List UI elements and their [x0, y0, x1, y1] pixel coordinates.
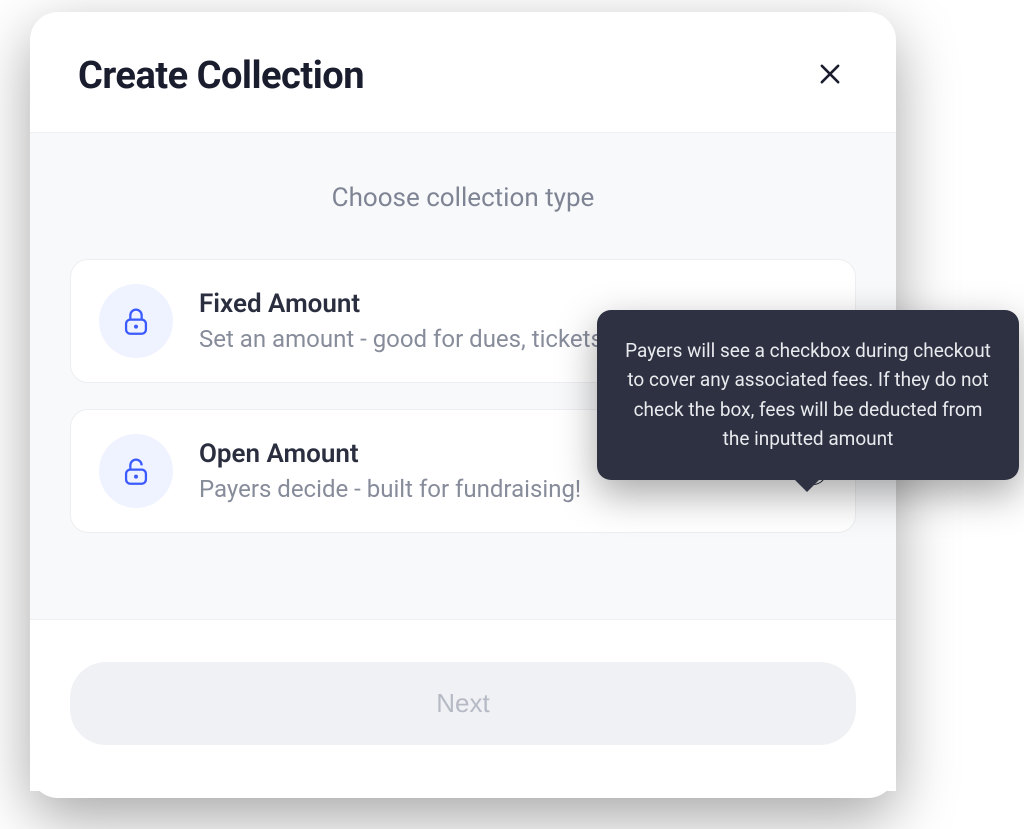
lock-open-icon-bg: [99, 434, 173, 508]
modal-title: Create Collection: [78, 54, 364, 98]
tooltip-text: Payers will see a checkbox during checko…: [625, 339, 991, 450]
modal-footer: Next: [30, 619, 896, 791]
section-title: Choose collection type: [70, 183, 856, 213]
lock-closed-icon: [119, 304, 153, 338]
close-button[interactable]: [812, 56, 848, 96]
fees-tooltip: Payers will see a checkbox during checko…: [597, 310, 1019, 480]
lock-open-icon: [119, 454, 153, 488]
modal-header: Create Collection: [30, 12, 896, 133]
next-button[interactable]: Next: [70, 662, 856, 745]
lock-closed-icon-bg: [99, 284, 173, 358]
close-icon: [816, 60, 844, 88]
